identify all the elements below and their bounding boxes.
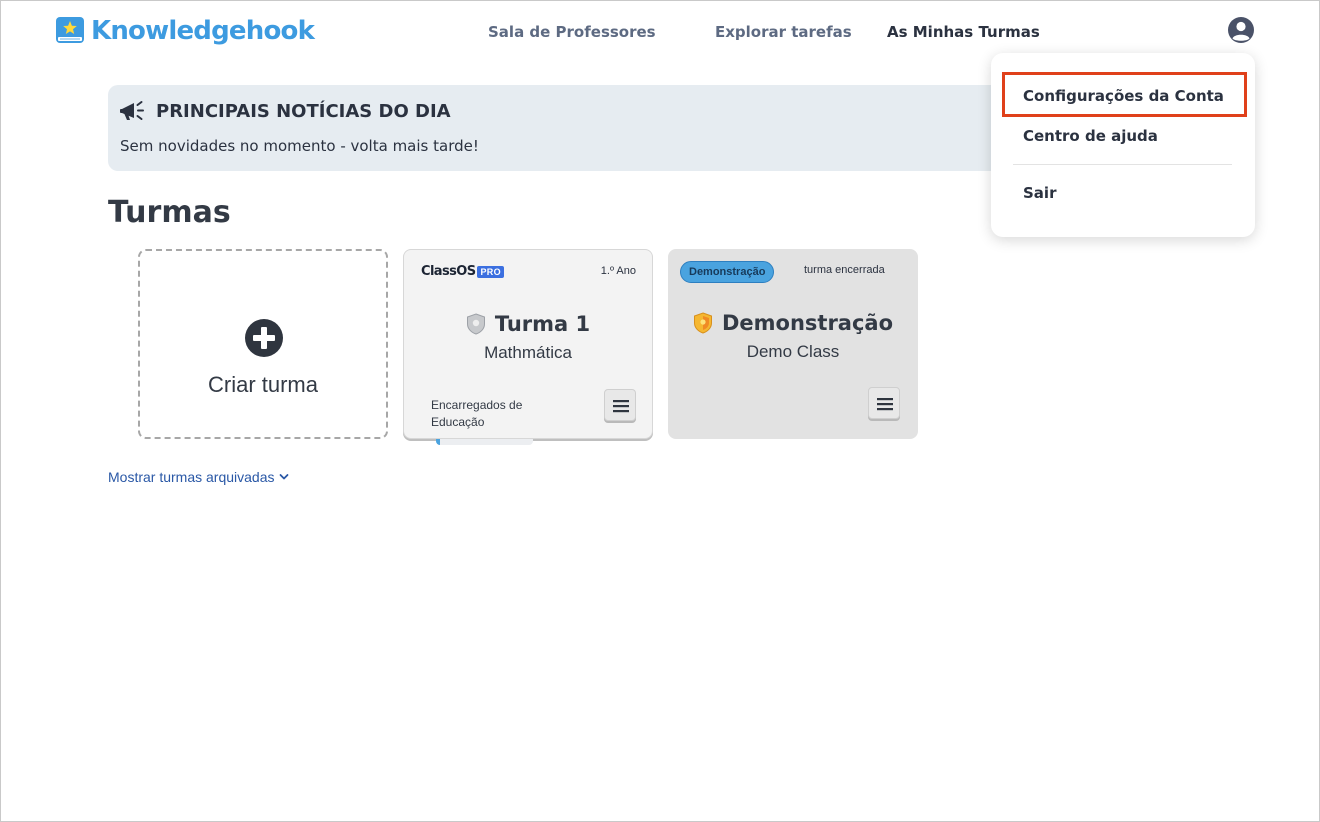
hamburger-menu-icon (613, 400, 629, 413)
shield-silver-icon (466, 313, 485, 335)
class-progress-fill (436, 439, 440, 445)
class-progress-bar (436, 439, 533, 445)
shield-gold-icon (693, 312, 712, 334)
app-window: Knowledgehook Sala de Professores Explor… (0, 0, 1320, 822)
class-card-turma-1[interactable]: ClassOS PRO 1.º Ano Turma 1 Mathmática E… (403, 249, 653, 439)
class-name: Turma 1 (494, 312, 591, 336)
user-account-icon[interactable] (1227, 16, 1255, 44)
nav-my-classes[interactable]: As Minhas Turmas (887, 23, 1040, 41)
page-title: Turmas (108, 195, 231, 230)
account-dropdown-menu: Configurações da Conta Centro de ajuda S… (991, 53, 1255, 237)
create-class-card[interactable]: Criar turma (138, 249, 388, 439)
class-status-label: turma encerrada (804, 264, 885, 276)
news-title: PRINCIPAIS NOTÍCIAS DO DIA (156, 101, 451, 122)
class-subject: Demo Class (746, 342, 840, 361)
show-archived-classes-link[interactable]: Mostrar turmas arquivadas (108, 469, 289, 485)
pro-badge: PRO (477, 265, 504, 278)
nav-explore-tasks[interactable]: Explorar tarefas (715, 23, 852, 41)
class-header: Turma 1 (404, 312, 652, 336)
menu-divider (1013, 164, 1232, 165)
class-name: Demonstração (721, 311, 894, 335)
demo-badge: Demonstração (680, 261, 775, 283)
class-menu-button[interactable] (868, 387, 900, 419)
chevron-down-icon (279, 474, 288, 480)
news-message: Sem novidades no momento - volta mais ta… (120, 137, 479, 155)
classos-logo: ClassOS PRO (421, 264, 504, 279)
book-star-logo-icon (56, 17, 84, 43)
menu-item-account-settings[interactable]: Configurações da Conta (1023, 87, 1224, 105)
brand-name: Knowledgehook (91, 16, 315, 46)
class-header: Demonstração (668, 311, 918, 335)
class-menu-button[interactable] (604, 389, 636, 421)
brand-logo[interactable]: Knowledgehook (55, 16, 315, 46)
create-class-label: Criar turma (207, 372, 318, 397)
nav-teachers-lounge[interactable]: Sala de Professores (488, 23, 656, 41)
hamburger-menu-icon (877, 398, 893, 411)
classos-brand: ClassOS (421, 264, 476, 279)
menu-item-help-center[interactable]: Centro de ajuda (1023, 127, 1158, 145)
guardians-label: Encarregados de Educação (431, 398, 523, 429)
class-card-demo[interactable]: Demonstração turma encerrada Demonstraçã… (668, 249, 918, 439)
plus-circle-icon (245, 319, 283, 357)
menu-item-logout[interactable]: Sair (1023, 184, 1056, 202)
grade-label: 1.º Ano (600, 265, 636, 277)
archived-link-label: Mostrar turmas arquivadas (108, 469, 275, 485)
news-banner: PRINCIPAIS NOTÍCIAS DO DIA Sem novidades… (108, 85, 1108, 171)
class-subject: Mathmática (484, 343, 572, 362)
megaphone-icon (120, 101, 144, 120)
